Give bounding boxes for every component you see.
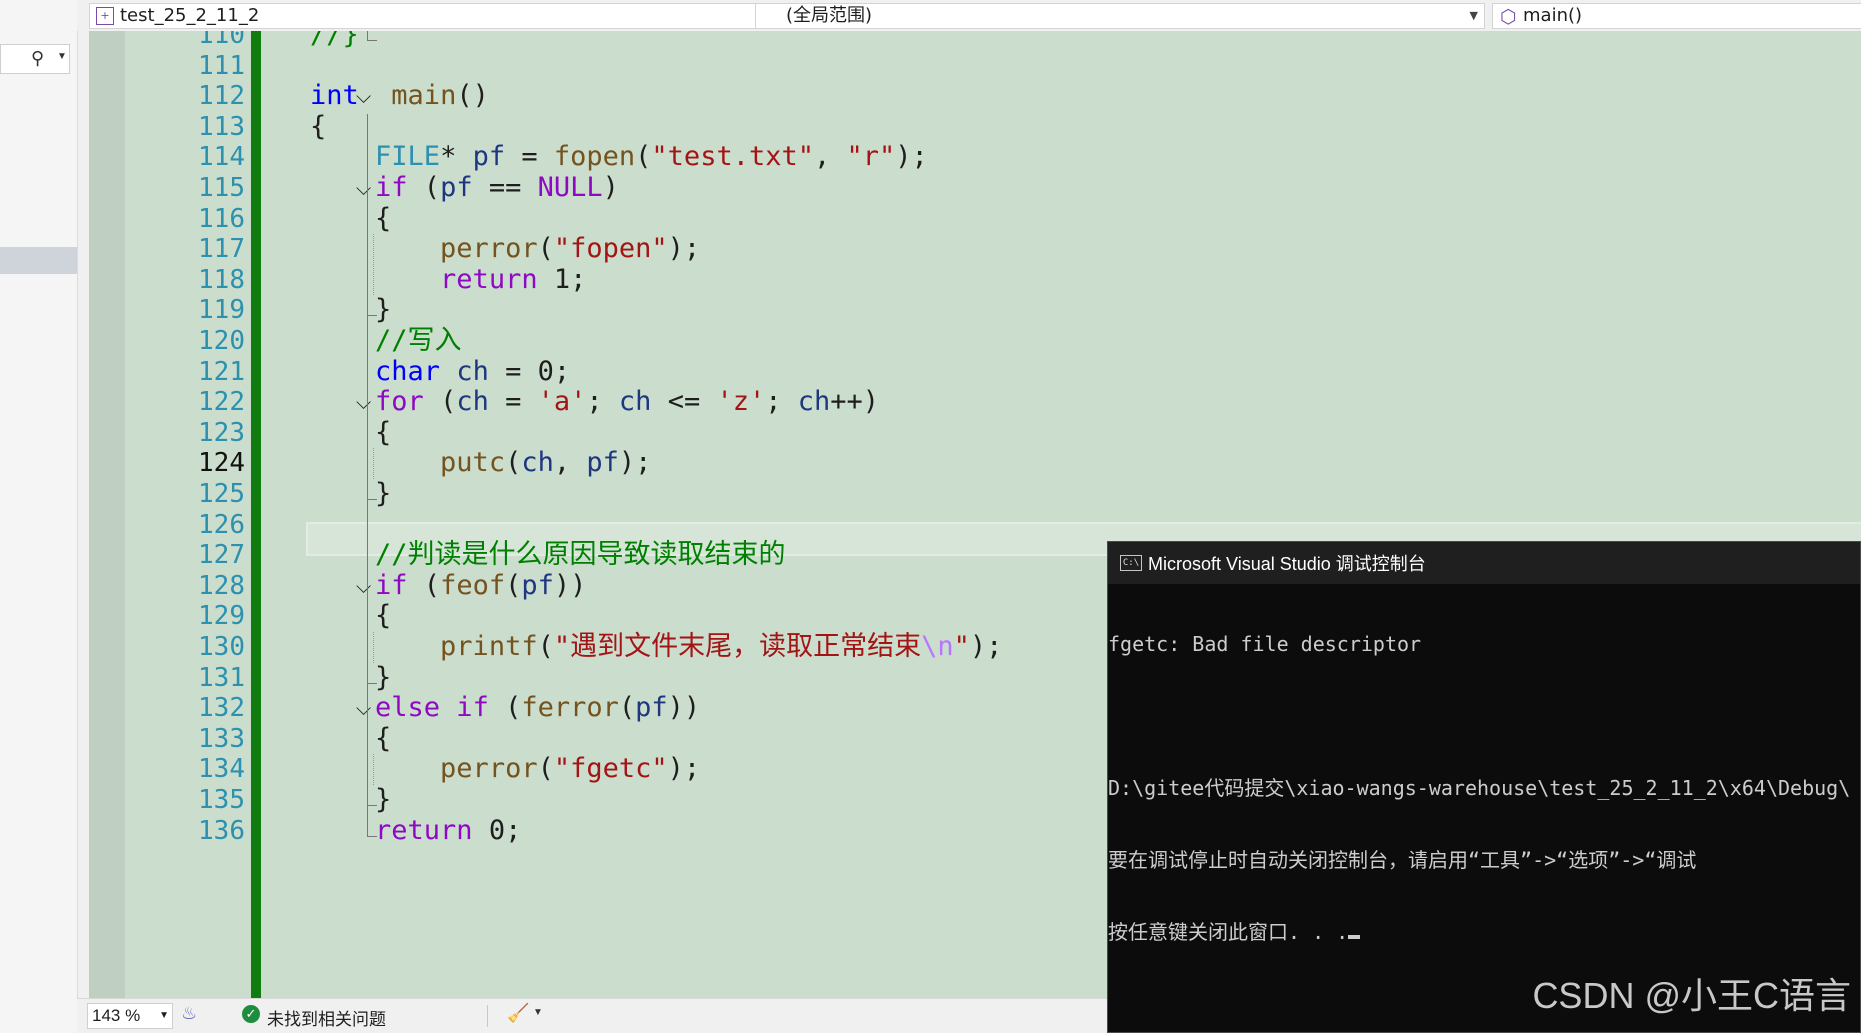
search-icon[interactable]: ⚲ bbox=[31, 48, 44, 69]
console-line: 要在调试停止时自动关闭控制台，请启用“工具”->“选项”->“调试 bbox=[1108, 848, 1697, 872]
chevron-down-icon[interactable]: ▼ bbox=[159, 1004, 169, 1028]
copilot-icon[interactable]: ♨ bbox=[181, 1003, 197, 1024]
code-line[interactable]: int main() bbox=[310, 78, 489, 114]
cube-icon: ⬡ bbox=[1500, 6, 1517, 28]
indent-guide bbox=[373, 754, 375, 785]
console-title-bar[interactable]: C:\ Microsoft Visual Studio 调试控制台 bbox=[1108, 542, 1860, 584]
scope-dropdown[interactable]: (全局范围) ▼ bbox=[755, 3, 1485, 29]
debug-console-window[interactable]: C:\ Microsoft Visual Studio 调试控制台 fgetc:… bbox=[1107, 541, 1861, 1033]
code-line[interactable]: //} bbox=[310, 31, 359, 53]
code-line[interactable]: printf("遇到文件末尾，读取正常结束\n"); bbox=[310, 629, 1002, 665]
scope-name: (全局范围) bbox=[786, 5, 873, 26]
text-cursor bbox=[1348, 935, 1361, 939]
indent-guide bbox=[373, 632, 375, 663]
solution-search-box[interactable]: ⚲ ▼ bbox=[0, 44, 70, 74]
watermark: CSDN @小王C语言 bbox=[1532, 975, 1851, 1016]
chevron-down-icon[interactable]: ▼ bbox=[57, 51, 67, 62]
broom-icon[interactable]: 🧹 bbox=[507, 1003, 529, 1024]
console-prompt: 按任意键关闭此窗口. . . bbox=[1108, 920, 1349, 944]
selected-tree-item[interactable] bbox=[0, 247, 77, 274]
code-line[interactable]: for (ch = 'a'; ch <= 'z'; ch++) bbox=[310, 384, 879, 420]
indent-guide bbox=[373, 234, 375, 296]
solution-explorer-panel: ⚲ ▼ bbox=[0, 0, 78, 1033]
function-dropdown[interactable]: ⬡ main() bbox=[1492, 3, 1861, 29]
divider bbox=[487, 1005, 488, 1027]
project-name: test_25_2_11_2 bbox=[120, 5, 260, 26]
zoom-level: 143 % bbox=[92, 1006, 141, 1025]
console-output[interactable]: fgetc: Bad file descriptor D:\gitee代码提交\… bbox=[1108, 584, 1860, 992]
console-line: 按任意键关闭此窗口. . . bbox=[1108, 920, 1860, 944]
check-circle-icon[interactable]: ✓ bbox=[242, 1005, 260, 1023]
chevron-down-icon[interactable]: ▼ bbox=[1470, 4, 1478, 28]
code-line[interactable]: } bbox=[310, 476, 391, 512]
console-title: Microsoft Visual Studio 调试控制台 bbox=[1148, 554, 1426, 574]
cpp-project-icon: + bbox=[96, 7, 114, 25]
indent-guide bbox=[373, 448, 375, 479]
console-line: D:\gitee代码提交\xiao-wangs-warehouse\test_2… bbox=[1108, 776, 1851, 800]
console-icon: C:\ bbox=[1120, 555, 1142, 571]
zoom-dropdown[interactable]: 143 % ▼ bbox=[87, 1003, 173, 1029]
navigation-bar: + test_25_2_11_2 ▼ (全局范围) ▼ ⬡ main() bbox=[77, 0, 1861, 31]
issues-status[interactable]: 未找到相关问题 bbox=[267, 1005, 386, 1030]
function-name: main() bbox=[1523, 5, 1583, 26]
project-dropdown[interactable]: + test_25_2_11_2 ▼ bbox=[89, 3, 825, 29]
chevron-down-icon[interactable]: ▼ bbox=[533, 1007, 543, 1018]
console-line: fgetc: Bad file descriptor bbox=[1108, 632, 1422, 656]
code-line[interactable]: return 0; bbox=[310, 813, 521, 849]
